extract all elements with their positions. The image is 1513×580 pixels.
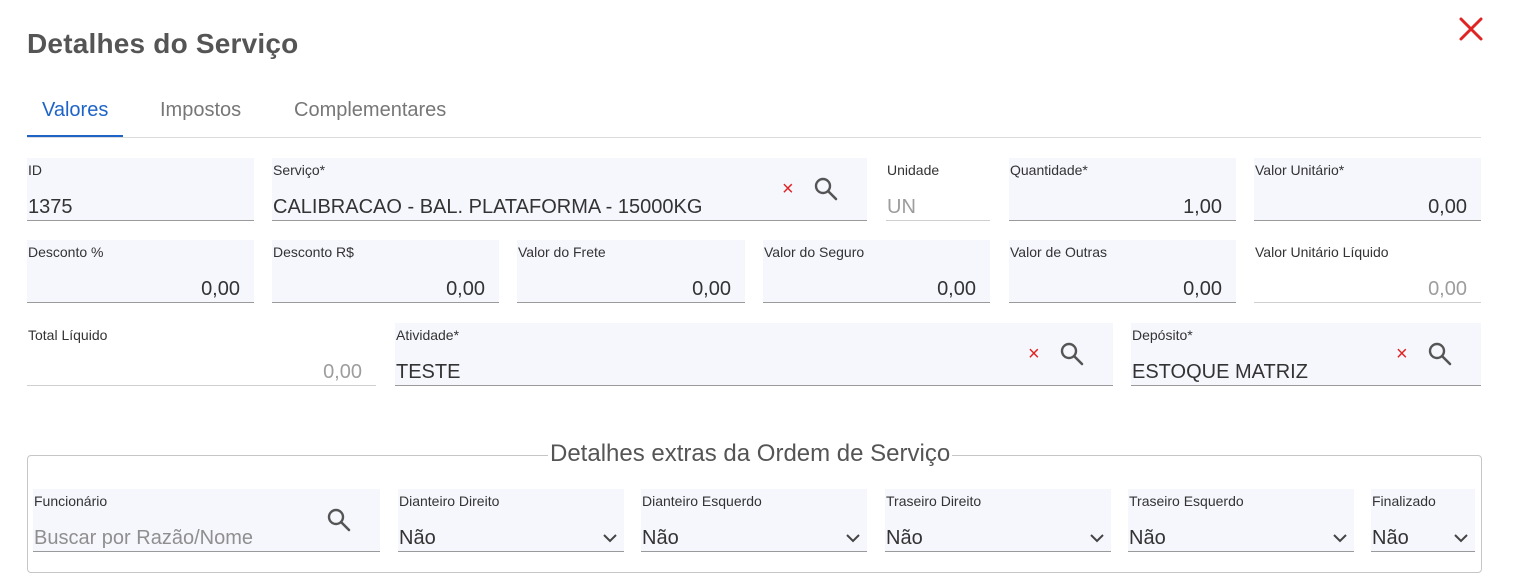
- traseiro-direito-label: Traseiro Direito: [886, 493, 982, 509]
- clear-deposito-icon[interactable]: ×: [1396, 343, 1408, 366]
- desconto-pct-value: 0,00: [201, 278, 240, 300]
- id-field[interactable]: ID 1375: [27, 158, 254, 221]
- funcionario-placeholder: Buscar por Razão/Nome: [34, 527, 253, 549]
- atividade-label: Atividade*: [396, 327, 460, 343]
- traseiro-esquerdo-value: Não: [1129, 527, 1166, 549]
- dianteiro-direito-label: Dianteiro Direito: [399, 493, 500, 509]
- id-value: 1375: [28, 196, 73, 218]
- unidade-field: Unidade UN: [886, 158, 990, 221]
- traseiro-esquerdo-select[interactable]: Traseiro Esquerdo Não: [1128, 489, 1354, 552]
- quantidade-field[interactable]: Quantidade* 1,00: [1009, 158, 1236, 221]
- search-atividade-icon[interactable]: [1059, 341, 1087, 369]
- dianteiro-direito-value: Não: [399, 527, 436, 549]
- finalizado-select[interactable]: Finalizado Não: [1371, 489, 1475, 552]
- valor-outras-field[interactable]: Valor de Outras 0,00: [1009, 240, 1236, 303]
- tab-bar: Valores Impostos Complementares: [27, 88, 1481, 138]
- dianteiro-esquerdo-select[interactable]: Dianteiro Esquerdo Não: [641, 489, 867, 552]
- deposito-field[interactable]: Depósito* ESTOQUE MATRIZ ×: [1131, 323, 1481, 386]
- tab-complementares[interactable]: Complementares: [279, 88, 461, 138]
- valor-unitario-field[interactable]: Valor Unitário* 0,00: [1254, 158, 1481, 221]
- tab-impostos[interactable]: Impostos: [145, 88, 256, 138]
- traseiro-direito-select[interactable]: Traseiro Direito Não: [885, 489, 1111, 552]
- finalizado-value: Não: [1372, 527, 1409, 549]
- servico-field[interactable]: Serviço* CALIBRACAO - BAL. PLATAFORMA - …: [272, 158, 867, 221]
- desconto-rs-field[interactable]: Desconto R$ 0,00: [272, 240, 499, 303]
- valor-outras-label: Valor de Outras: [1010, 244, 1108, 260]
- desconto-rs-value: 0,00: [446, 278, 485, 300]
- search-deposito-icon[interactable]: [1427, 341, 1455, 369]
- id-label: ID: [28, 162, 42, 178]
- deposito-value: ESTOQUE MATRIZ: [1132, 361, 1308, 383]
- quantidade-label: Quantidade*: [1010, 162, 1088, 178]
- valor-outras-value: 0,00: [1183, 278, 1222, 300]
- traseiro-direito-value: Não: [886, 527, 923, 549]
- valor-seguro-label: Valor do Seguro: [764, 244, 865, 260]
- dianteiro-esquerdo-value: Não: [642, 527, 679, 549]
- extras-legend: Detalhes extras da Ordem de Serviço: [548, 440, 953, 468]
- funcionario-label: Funcionário: [34, 493, 108, 509]
- valor-seguro-value: 0,00: [937, 278, 976, 300]
- servico-label: Serviço*: [273, 162, 326, 178]
- chevron-down-icon[interactable]: [845, 531, 861, 545]
- search-servico-icon[interactable]: [813, 176, 841, 204]
- valor-unit-liquido-label: Valor Unitário Líquido: [1255, 244, 1389, 260]
- valor-frete-label: Valor do Frete: [518, 244, 606, 260]
- chevron-down-icon[interactable]: [1453, 531, 1469, 545]
- desconto-pct-label: Desconto %: [28, 244, 104, 260]
- valor-frete-field[interactable]: Valor do Frete 0,00: [517, 240, 745, 303]
- dialog-title: Detalhes do Serviço: [27, 28, 299, 59]
- chevron-down-icon[interactable]: [1089, 531, 1105, 545]
- chevron-down-icon[interactable]: [602, 531, 618, 545]
- total-liquido-value: 0,00: [323, 361, 362, 383]
- desconto-pct-field[interactable]: Desconto % 0,00: [27, 240, 254, 303]
- valor-frete-value: 0,00: [692, 278, 731, 300]
- clear-atividade-icon[interactable]: ×: [1028, 343, 1040, 366]
- funcionario-field[interactable]: Funcionário Buscar por Razão/Nome: [33, 489, 380, 552]
- search-funcionario-icon[interactable]: [326, 507, 354, 535]
- total-liquido-field: Total Líquido 0,00: [27, 323, 376, 386]
- finalizado-label: Finalizado: [1372, 493, 1436, 509]
- quantidade-value: 1,00: [1183, 196, 1222, 218]
- deposito-label: Depósito*: [1132, 327, 1193, 343]
- desconto-rs-label: Desconto R$: [273, 244, 354, 260]
- valor-unit-liquido-field: Valor Unitário Líquido 0,00: [1254, 240, 1481, 303]
- traseiro-esquerdo-label: Traseiro Esquerdo: [1129, 493, 1244, 509]
- valor-seguro-field[interactable]: Valor do Seguro 0,00: [763, 240, 990, 303]
- valor-unitario-value: 0,00: [1428, 196, 1467, 218]
- unidade-value: UN: [887, 196, 916, 218]
- valor-unitario-label: Valor Unitário*: [1255, 162, 1345, 178]
- atividade-field[interactable]: Atividade* TESTE ×: [395, 323, 1113, 386]
- close-icon[interactable]: [1456, 14, 1486, 44]
- atividade-value: TESTE: [396, 361, 461, 383]
- dianteiro-esquerdo-label: Dianteiro Esquerdo: [642, 493, 762, 509]
- servico-value: CALIBRACAO - BAL. PLATAFORMA - 15000KG: [273, 196, 703, 218]
- total-liquido-label: Total Líquido: [28, 327, 108, 343]
- dianteiro-direito-select[interactable]: Dianteiro Direito Não: [398, 489, 624, 552]
- valor-unit-liquido-value: 0,00: [1428, 278, 1467, 300]
- clear-servico-icon[interactable]: ×: [782, 178, 794, 201]
- unidade-label: Unidade: [887, 162, 940, 178]
- tab-valores[interactable]: Valores: [27, 88, 124, 137]
- chevron-down-icon[interactable]: [1332, 531, 1348, 545]
